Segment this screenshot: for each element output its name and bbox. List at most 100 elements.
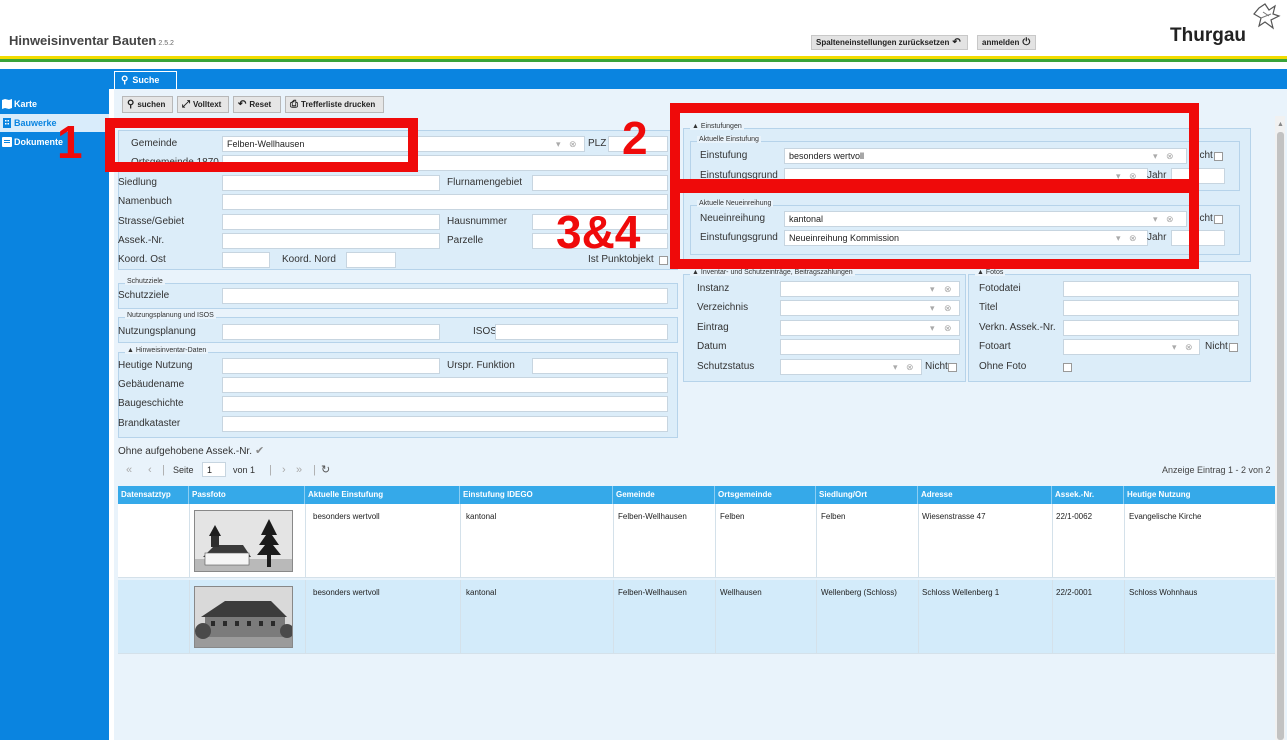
passfoto-thumbnail[interactable] xyxy=(194,586,293,648)
login-button[interactable]: anmelden ⏻ xyxy=(977,35,1036,50)
schutzstatus-nicht-label: Nicht xyxy=(925,361,948,372)
column-header[interactable]: Einstufung IDEGO xyxy=(460,486,613,504)
clear-icon[interactable]: ⊗ xyxy=(944,281,952,297)
results-table-header: Datensatztyp Passfoto Aktuelle Einstufun… xyxy=(118,486,1282,504)
pager-divider: | xyxy=(162,464,165,476)
chevron-down-icon[interactable]: ▾ xyxy=(893,359,898,375)
verzeichnis-label: Verzeichnis xyxy=(697,302,749,313)
titel-field[interactable] xyxy=(1063,300,1239,316)
column-header[interactable]: Adresse xyxy=(918,486,1052,504)
prev-page-icon[interactable]: ‹ xyxy=(148,462,152,478)
app-title-text: Hinweisinventar Bauten xyxy=(9,33,157,48)
last-page-icon[interactable]: » xyxy=(296,462,302,478)
page-number-input[interactable]: 1 xyxy=(202,462,226,477)
sidebar-item-karte[interactable]: Karte xyxy=(0,95,109,113)
chevron-down-icon[interactable]: ▾ xyxy=(930,300,935,316)
clear-icon[interactable]: ⊗ xyxy=(944,300,952,316)
column-header[interactable]: Ortsgemeinde xyxy=(715,486,816,504)
sidebar-item-dokumente[interactable]: Dokumente xyxy=(0,133,109,151)
tab-suche-label: Suche xyxy=(132,75,160,85)
siedlung-field[interactable] xyxy=(222,175,440,191)
column-divider xyxy=(613,504,614,578)
search-icon: ⚲ xyxy=(121,75,129,86)
tab-suche[interactable]: ⚲ Suche xyxy=(114,71,177,89)
fotoart-field[interactable] xyxy=(1063,339,1200,355)
neueinreihung-nicht-checkbox[interactable] xyxy=(1214,215,1223,224)
gebaeudename-field[interactable] xyxy=(222,377,668,393)
verkn-assek-field[interactable] xyxy=(1063,320,1239,336)
next-page-icon[interactable]: › xyxy=(282,462,286,478)
gebaeudename-label: Gebäudename xyxy=(118,379,185,390)
cell-siedlung: Wellenberg (Schloss) xyxy=(821,588,897,597)
column-header[interactable]: Heutige Nutzung xyxy=(1124,486,1282,504)
column-divider xyxy=(918,504,919,578)
refresh-icon[interactable]: ↻ xyxy=(321,462,330,478)
column-header[interactable]: Aktuelle Einstufung xyxy=(305,486,460,504)
column-header[interactable]: Datensatztyp xyxy=(118,486,189,504)
fulltext-button[interactable]: ⤢ Volltext xyxy=(177,96,229,113)
column-header[interactable]: Gemeinde xyxy=(613,486,715,504)
inventar-legend: ▲ Inventar- und Schutzeinträge, Beitrags… xyxy=(690,269,855,276)
koord-ost-label: Koord. Ost xyxy=(118,254,166,265)
checkmark-icon[interactable]: ✔ xyxy=(255,445,264,457)
strasse-field[interactable] xyxy=(222,214,440,230)
clear-icon[interactable]: ⊗ xyxy=(1185,339,1193,355)
datum-field[interactable] xyxy=(780,339,960,355)
cell-einstufung: besonders wertvoll xyxy=(313,512,380,521)
schutzstatus-field[interactable] xyxy=(780,359,922,375)
scrollbar-thumb[interactable] xyxy=(1277,132,1284,740)
fulltext-button-label: Volltext xyxy=(193,100,222,109)
clear-icon[interactable]: ⊗ xyxy=(906,359,914,375)
assek-field[interactable] xyxy=(222,233,440,249)
sidebar-item-label: Dokumente xyxy=(14,137,64,147)
column-divider xyxy=(460,580,461,654)
fotoart-nicht-checkbox[interactable] xyxy=(1229,343,1238,352)
koord-nord-field[interactable] xyxy=(346,252,396,268)
column-divider xyxy=(305,504,306,578)
ohne-foto-checkbox[interactable] xyxy=(1063,363,1072,372)
expand-icon: ⤢ xyxy=(182,99,190,110)
column-divider xyxy=(189,504,190,578)
chevron-down-icon[interactable]: ▾ xyxy=(556,136,561,152)
column-header[interactable]: Siedlung/Ort xyxy=(816,486,918,504)
reset-button[interactable]: ↶ Reset xyxy=(233,96,281,113)
koord-ost-field[interactable] xyxy=(222,252,270,268)
column-divider xyxy=(460,504,461,578)
column-header[interactable]: Passfoto xyxy=(189,486,305,504)
print-results-button[interactable]: ⎙ Trefferliste drucken xyxy=(285,96,384,113)
table-row[interactable]: besonders wertvoll kantonal Felben-Wellh… xyxy=(118,580,1282,654)
table-row[interactable]: besonders wertvoll kantonal Felben-Wellh… xyxy=(118,504,1282,578)
church-photo-image xyxy=(195,511,292,571)
schutzziele-field[interactable] xyxy=(222,288,668,304)
chevron-down-icon[interactable]: ▾ xyxy=(930,281,935,297)
annotation-label-1: 1 xyxy=(57,116,83,168)
sidebar-item-bauwerke[interactable]: Bauwerke xyxy=(0,114,109,132)
punktobjekt-checkbox[interactable] xyxy=(659,256,668,265)
fotodatei-field[interactable] xyxy=(1063,281,1239,297)
urspr-funktion-field[interactable] xyxy=(532,358,668,374)
clear-icon[interactable]: ⊗ xyxy=(944,320,952,336)
brandkataster-field[interactable] xyxy=(222,416,668,432)
chevron-down-icon[interactable]: ▾ xyxy=(930,320,935,336)
column-divider xyxy=(1124,504,1125,578)
map-icon xyxy=(2,99,12,109)
chevron-down-icon[interactable]: ▾ xyxy=(1172,339,1177,355)
baugeschichte-field[interactable] xyxy=(222,396,668,412)
schutzstatus-nicht-checkbox[interactable] xyxy=(948,363,957,372)
nutzungsplanung-field[interactable] xyxy=(222,324,440,340)
search-button[interactable]: ⚲ suchen xyxy=(122,96,173,113)
flurnamengebiet-field[interactable] xyxy=(532,175,668,191)
heutige-nutzung-field[interactable] xyxy=(222,358,440,374)
instanz-label: Instanz xyxy=(697,283,730,294)
isos-field[interactable] xyxy=(495,324,668,340)
first-page-icon[interactable]: « xyxy=(126,462,132,478)
column-header[interactable]: Assek.-Nr. xyxy=(1052,486,1124,504)
reset-columns-button[interactable]: Spalteneinstellungen zurücksetzen ↶ xyxy=(811,35,968,50)
einstufung-nicht-checkbox[interactable] xyxy=(1214,152,1223,161)
clear-icon[interactable]: ⊗ xyxy=(569,136,577,152)
column-divider xyxy=(189,580,190,654)
nutzungsplanung-label: Nutzungsplanung xyxy=(118,326,196,337)
cell-gemeinde: Felben-Wellhausen xyxy=(618,588,687,597)
scroll-up-icon[interactable]: ▲ xyxy=(1277,121,1284,128)
passfoto-thumbnail[interactable] xyxy=(194,510,293,572)
